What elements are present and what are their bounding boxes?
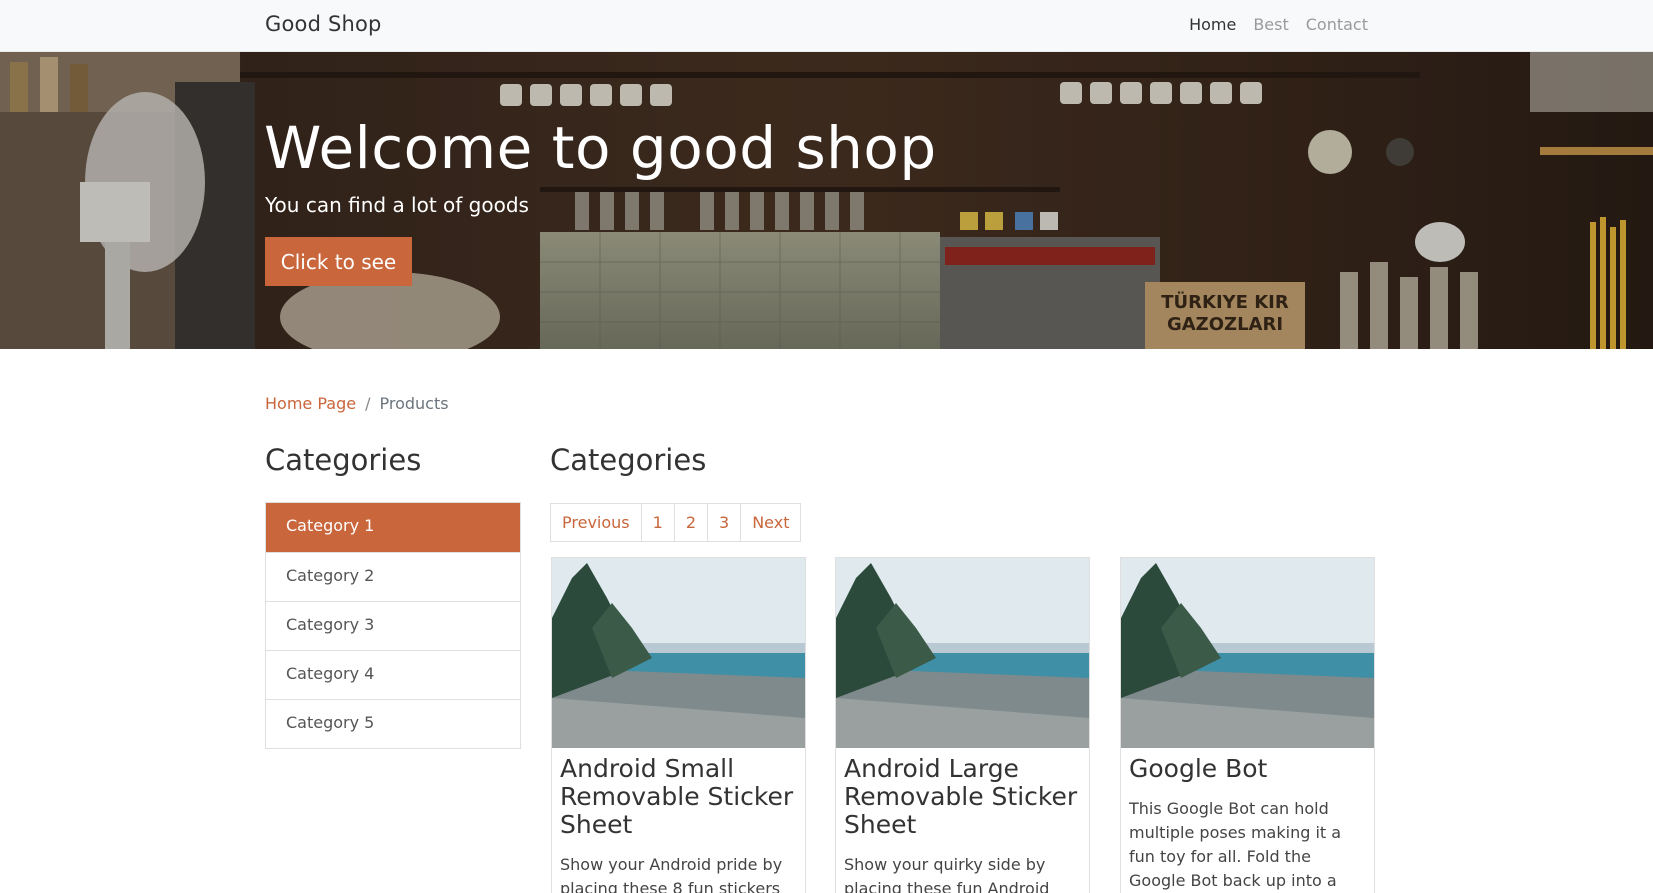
breadcrumb-home-link[interactable]: Home Page [265, 394, 356, 413]
breadcrumb-separator: / [365, 394, 371, 413]
breadcrumb-current: Products [379, 394, 449, 413]
category-item-3[interactable]: Category 3 [266, 601, 520, 650]
category-item-1[interactable]: Category 1 [266, 503, 520, 552]
product-card[interactable]: Google Bot This Google Bot can hold mult… [1120, 557, 1375, 893]
navbar: Good Shop Home Best Contact [0, 0, 1653, 52]
pagination-next[interactable]: Next [740, 504, 800, 541]
pagination-page-2[interactable]: 2 [673, 504, 707, 541]
category-list: Category 1 Category 2 Category 3 Categor… [265, 502, 521, 749]
product-card[interactable]: Android Large Removable Sticker Sheet Sh… [835, 557, 1090, 893]
product-description: This Google Bot can hold multiple poses … [1129, 799, 1342, 890]
nav-link-contact[interactable]: Contact [1306, 15, 1368, 34]
product-title[interactable]: Android Large Removable Sticker Sheet [836, 748, 1089, 839]
category-item-4[interactable]: Category 4 [266, 650, 520, 699]
breadcrumb: Home Page / Products [265, 394, 449, 413]
hero-banner: TÜRKIYE KIR GAZOZLARI Welcome to good sh… [0, 52, 1653, 349]
product-image [552, 558, 805, 748]
category-item-2[interactable]: Category 2 [266, 552, 520, 601]
product-title[interactable]: Android Small Removable Sticker Sheet [552, 748, 805, 839]
click-to-see-button[interactable]: Click to see [265, 237, 412, 286]
hero-title: Welcome to good shop [264, 114, 937, 182]
hero-subtitle: You can find a lot of goods [265, 193, 529, 217]
pagination-page-3[interactable]: 3 [707, 504, 740, 541]
pagination: Previous 1 2 3 Next [550, 503, 802, 542]
nav-link-best[interactable]: Best [1253, 15, 1288, 34]
category-item-5[interactable]: Category 5 [266, 699, 520, 748]
pagination-page-1[interactable]: 1 [640, 504, 674, 541]
product-title[interactable]: Google Bot [1121, 748, 1374, 783]
sidebar-heading: Categories [265, 443, 422, 477]
product-card[interactable]: Android Small Removable Sticker Sheet Sh… [551, 557, 806, 893]
product-image [836, 558, 1089, 748]
product-description: Show your quirky side by placing these f… [844, 855, 1050, 893]
main-heading: Categories [550, 443, 707, 477]
nav-link-home[interactable]: Home [1189, 15, 1236, 34]
nav-links: Home Best Contact [1189, 15, 1368, 34]
brand-link[interactable]: Good Shop [265, 12, 382, 36]
product-image [1121, 558, 1374, 748]
hero-overlay [0, 52, 1653, 349]
product-description: Show your Android pride by placing these… [560, 855, 783, 893]
pagination-previous[interactable]: Previous [551, 504, 641, 541]
